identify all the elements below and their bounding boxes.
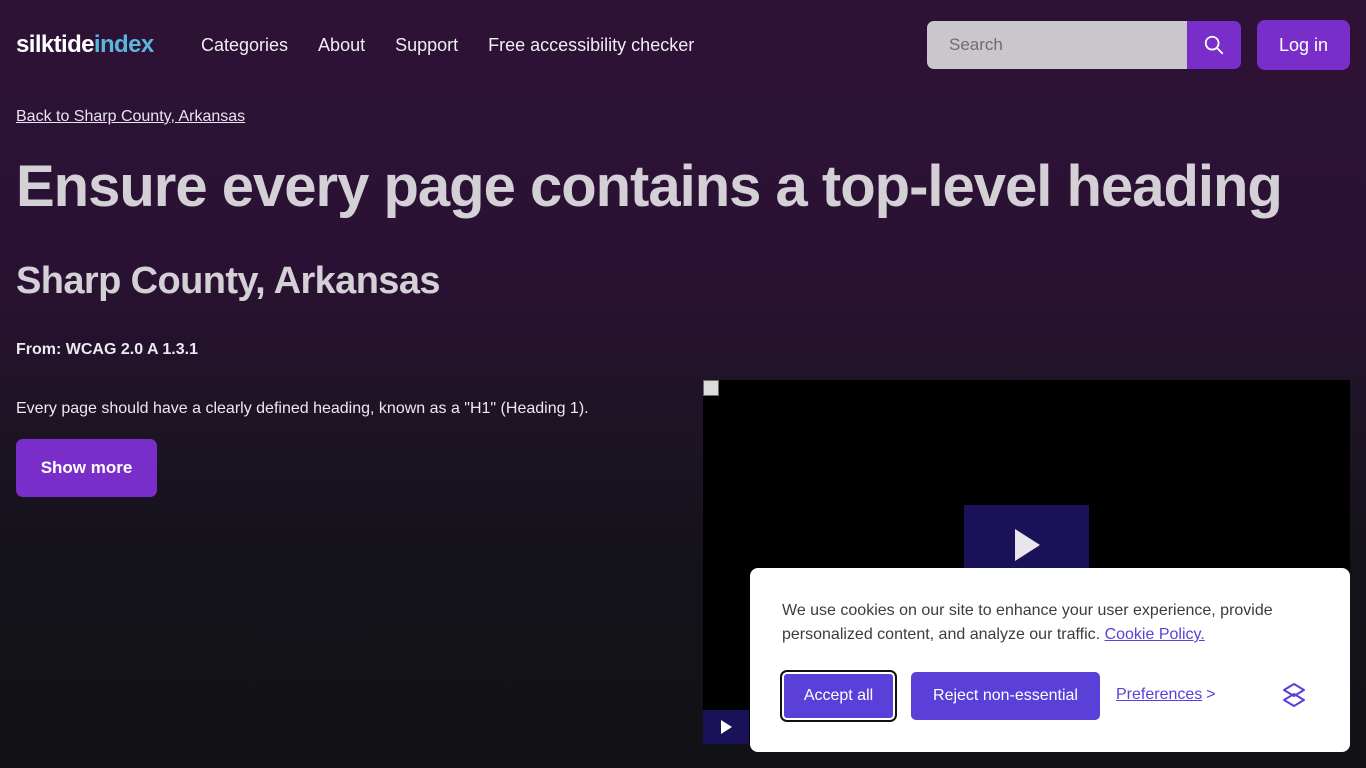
search-bar — [927, 21, 1241, 69]
play-icon — [1014, 529, 1040, 561]
video-control-play-button[interactable] — [703, 710, 749, 744]
login-button[interactable]: Log in — [1257, 20, 1350, 70]
issue-description: Every page should have a clearly defined… — [16, 400, 589, 417]
wcag-reference: From: WCAG 2.0 A 1.3.1 — [16, 341, 198, 358]
silktide-index-logo[interactable]: silktideindex — [16, 31, 154, 59]
cookie-banner: We use cookies on our site to enhance yo… — [750, 568, 1350, 752]
search-icon — [1204, 35, 1224, 55]
preferences-link[interactable]: Preferences > — [1116, 686, 1216, 704]
search-input[interactable] — [927, 21, 1187, 69]
broken-image-icon — [703, 380, 719, 396]
nav-categories[interactable]: Categories — [201, 34, 288, 56]
cookie-message: We use cookies on our site to enhance yo… — [782, 599, 1302, 647]
silktide-logo-icon[interactable] — [1280, 681, 1308, 709]
nav-free-accessibility-checker[interactable]: Free accessibility checker — [488, 34, 694, 56]
site-header: silktideindex Categories About Support F… — [0, 0, 1366, 90]
back-link[interactable]: Back to Sharp County, Arkansas — [16, 108, 245, 126]
play-icon — [721, 720, 732, 734]
main-nav: Categories About Support Free accessibil… — [201, 34, 694, 56]
cookie-policy-link[interactable]: Cookie Policy. — [1105, 626, 1205, 643]
preferences-label: Preferences — [1116, 686, 1203, 703]
show-more-button[interactable]: Show more — [16, 439, 157, 497]
search-button[interactable] — [1187, 21, 1241, 69]
logo-text-index: index — [93, 31, 154, 58]
page-title: Ensure every page contains a top-level h… — [16, 154, 1283, 219]
reject-non-essential-button[interactable]: Reject non-essential — [911, 672, 1100, 720]
page-subtitle: Sharp County, Arkansas — [16, 260, 441, 302]
nav-support[interactable]: Support — [395, 34, 458, 56]
chevron-right-icon: > — [1206, 686, 1216, 703]
nav-about[interactable]: About — [318, 34, 365, 56]
logo-text-silktide: silktide — [16, 31, 95, 58]
accept-all-button[interactable]: Accept all — [780, 670, 897, 722]
